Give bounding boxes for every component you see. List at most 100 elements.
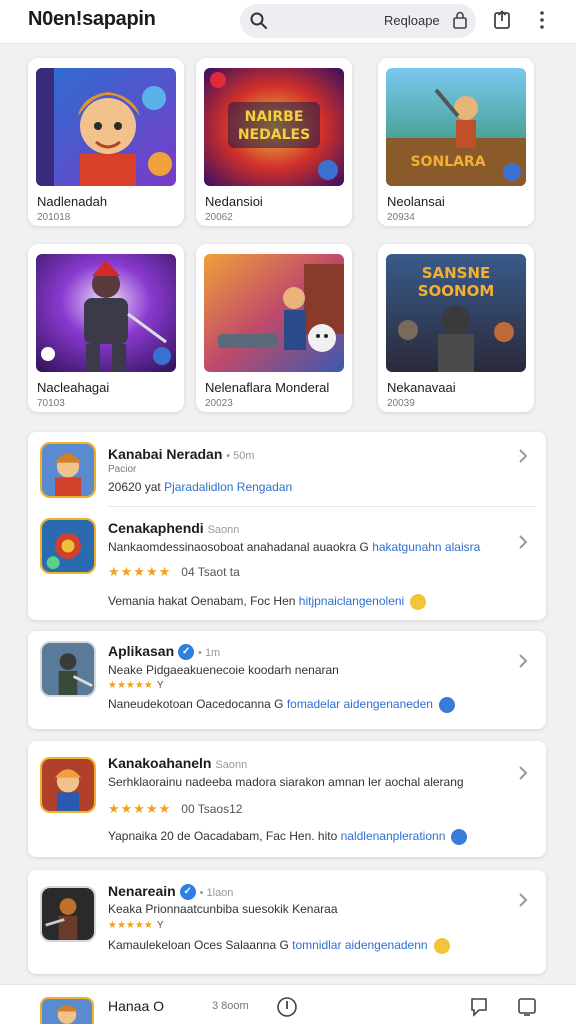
app-link[interactable]: fomadelar aidengenaneden	[287, 697, 433, 711]
emoji-icon	[433, 938, 450, 954]
app-icon[interactable]	[40, 886, 96, 942]
game-card[interactable]: SANSNE SOONOM Nekanavaai 20039	[378, 244, 534, 412]
search-bar[interactable]: Reqloape	[240, 4, 476, 38]
game-subtitle: 20062	[205, 212, 233, 223]
app-name: Aplikasan ✓ • 1m	[108, 643, 221, 661]
game-card[interactable]: Nelenaflara Monderal 20023	[196, 244, 352, 412]
game-subtitle: 20039	[387, 398, 415, 409]
chevron-right-icon[interactable]	[518, 653, 528, 669]
bottom-app-meta: 3 8oom	[212, 1000, 249, 1012]
game-card[interactable]: NAIRBE NEDALES Nedansioi 20062	[196, 58, 352, 226]
game-thumbnail[interactable]	[36, 254, 176, 372]
verified-badge-icon: ✓	[178, 644, 195, 661]
thumb-text: SANSNE	[422, 264, 491, 282]
square-icon[interactable]	[516, 996, 538, 1018]
app-list-card[interactable]: Kanakoahaneln Saonn Serhklaorainu nadeeb…	[28, 741, 546, 857]
list-item[interactable]: Kanabai Neradan • 50m Pacior 20620 yat P…	[28, 432, 546, 506]
game-title: Nadlenadah	[37, 194, 108, 209]
list-item[interactable]: Cenakaphendi Saonn Nankaomdessinaosoboat…	[28, 508, 546, 620]
app-icon[interactable]	[40, 442, 96, 498]
app-review: Vemania hakat Oenabam, Foc Hen hitjpnaic…	[108, 594, 427, 610]
more-icon[interactable]	[530, 8, 554, 32]
rating-stars: ★★★★★ Y	[108, 920, 164, 931]
search-icon	[250, 12, 267, 29]
app-name: Kanakoahaneln Saonn	[108, 755, 248, 771]
app-icon[interactable]	[40, 757, 96, 813]
bookmark-icon[interactable]	[468, 996, 490, 1018]
app-name: Kanabai Neradan • 50m	[108, 446, 255, 462]
chevron-right-icon[interactable]	[518, 765, 528, 781]
game-card[interactable]: Nacleahagai 70103	[28, 244, 184, 412]
emoji-icon	[438, 697, 455, 713]
game-title: Nelenaflara Monderal	[205, 380, 330, 395]
app-meta: • 1laon	[199, 887, 234, 899]
app-description: Serhklaorainu nadeeba madora siarakon am…	[108, 775, 464, 789]
game-title: Nacleahagai	[37, 380, 110, 395]
app-name: Nenareain ✓ • 1laon	[108, 883, 234, 901]
chevron-right-icon[interactable]	[518, 448, 528, 464]
divider	[108, 506, 536, 507]
app-link[interactable]: hakatgunahn alaisra	[372, 540, 480, 554]
game-title: Nedansioi	[205, 194, 263, 209]
app-description: Nankaomdessinaosoboat anahadanal auaokra…	[108, 540, 481, 554]
game-thumbnail[interactable]: SANSNE SOONOM	[386, 254, 526, 372]
app-name: Cenakaphendi Saonn	[108, 520, 240, 536]
lock-icon[interactable]	[452, 11, 468, 29]
app-list-card[interactable]: Aplikasan ✓ • 1m Neake Pidgaeakuenecoie k…	[28, 631, 546, 729]
game-subtitle: 70103	[37, 398, 65, 409]
app-icon[interactable]	[40, 641, 96, 697]
app-link[interactable]: hitjpnaiclangenoleni	[299, 594, 404, 608]
top-bar: N0en!sapapin Reqloape	[0, 0, 576, 44]
rating-count: 00 Tsaos12	[181, 802, 243, 816]
thumb-text: SOONOM	[418, 282, 495, 300]
game-thumbnail[interactable]: NAIRBE NEDALES	[204, 68, 344, 186]
app-description: Keaka Prionnaatcunbiba suesokik Kenaraa	[108, 902, 338, 916]
game-title: Nekanavaai	[387, 380, 456, 395]
verified-badge-icon: ✓	[179, 884, 196, 901]
app-list-card: Kanabai Neradan • 50m Pacior 20620 yat P…	[28, 432, 546, 620]
game-card[interactable]: Nadlenadah 201018	[28, 58, 184, 226]
app-detail: 20620 yat Pjaradalidlon Rengadan	[108, 480, 293, 494]
app-icon[interactable]	[40, 518, 96, 574]
game-subtitle: 20023	[205, 398, 233, 409]
game-title: Neolansai	[387, 194, 445, 209]
rating-stars: ★★★★★ Y	[108, 680, 164, 691]
app-review: Naneudekotoan Oacedocanna G fomadelar ai…	[108, 697, 455, 713]
game-thumbnail[interactable]	[204, 254, 344, 372]
search-input[interactable]: Reqloape	[384, 13, 440, 28]
thumb-text: NEDALES	[238, 127, 310, 143]
bottom-app-name: Hanaa O	[108, 998, 165, 1014]
bottom-bar: Hanaa O 3 8oom	[0, 984, 576, 1024]
emoji-icon	[410, 594, 427, 610]
app-meta: Saonn	[207, 524, 240, 536]
app-link[interactable]: naldlenanplerationn	[341, 829, 446, 843]
rating-stars: ★★★★★ 00 Tsaos12	[108, 801, 243, 816]
game-card[interactable]: SONLARA Neolansai 20934	[378, 58, 534, 226]
app-title: N0en!sapapin	[28, 8, 156, 30]
thumb-text: NAIRBE	[245, 109, 304, 125]
app-list-card[interactable]: Nenareain ✓ • 1laon Keaka Prionnaatcunbib…	[28, 870, 546, 974]
app-meta: • 50m	[226, 450, 255, 462]
share-icon[interactable]	[490, 8, 514, 32]
app-icon[interactable]	[40, 997, 94, 1024]
app-review: Kamaulekeloan Oces Salaanna G tomnidlar …	[108, 938, 450, 954]
compass-icon[interactable]	[276, 996, 298, 1018]
app-description: Neake Pidgaeakuenecoie koodarh nenaran	[108, 663, 339, 677]
thumb-text: SONLARA	[410, 154, 485, 170]
rating-count: 04 Tsaot ta	[181, 565, 240, 579]
app-link[interactable]: Pjaradalidlon Rengadan	[164, 480, 292, 494]
rating-count: Y	[156, 680, 164, 691]
chevron-right-icon[interactable]	[518, 534, 528, 550]
app-meta: • 1m	[198, 647, 221, 659]
chevron-right-icon[interactable]	[518, 892, 528, 908]
emoji-icon	[451, 829, 468, 845]
app-review: Yapnaika 20 de Oacadabam, Fac Hen. hito …	[108, 829, 468, 845]
app-meta: Saonn	[215, 759, 248, 771]
app-link[interactable]: tomnidlar aidengenadenn	[292, 938, 427, 952]
app-category: Pacior	[108, 464, 137, 475]
game-subtitle: 20934	[387, 212, 415, 223]
rating-count: Y	[156, 920, 164, 931]
rating-stars: ★★★★★ 04 Tsaot ta	[108, 564, 240, 579]
game-thumbnail[interactable]: SONLARA	[386, 68, 526, 186]
game-thumbnail[interactable]	[36, 68, 176, 186]
